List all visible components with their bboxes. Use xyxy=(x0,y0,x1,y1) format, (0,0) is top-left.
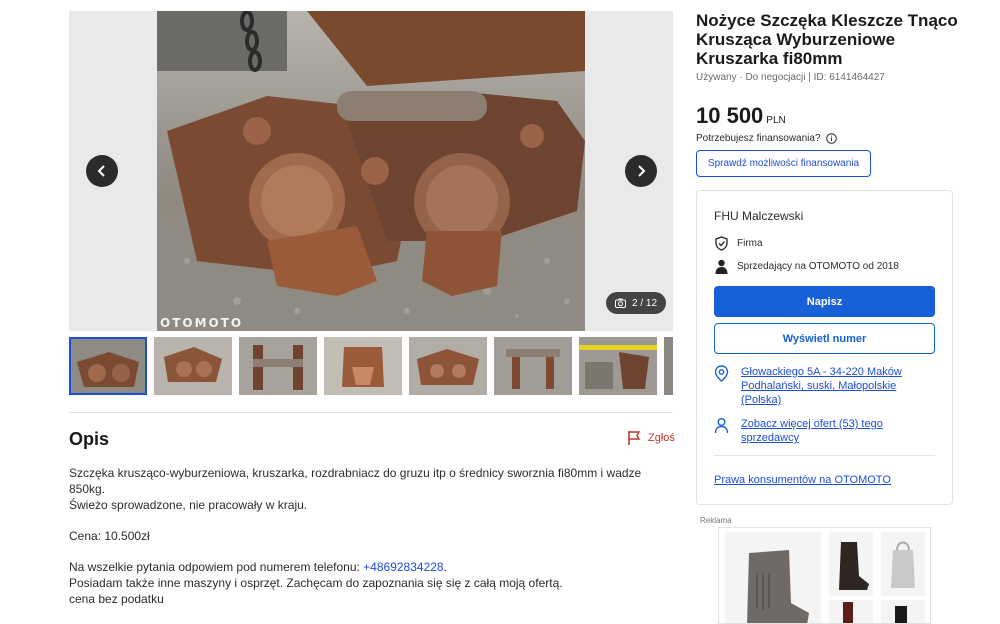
more-offers-link[interactable]: Zobacz więcej ofert (53) tego sprzedawcy xyxy=(741,417,926,445)
seller-name: FHU Malczewski xyxy=(714,209,804,223)
flag-icon xyxy=(628,431,641,445)
seller-type-row: Firma xyxy=(714,236,763,251)
otomoto-watermark: OTOMOTO xyxy=(160,316,244,330)
seller-since: Sprzedający na OTOMOTO od 2018 xyxy=(737,261,899,272)
phone-link[interactable]: +48692834228 xyxy=(363,560,443,574)
user-icon xyxy=(715,259,728,274)
seller-card: FHU Malczewski Firma Sprzedający na OTOM… xyxy=(696,190,953,505)
thumbnail-strip xyxy=(69,337,673,395)
thumbnail[interactable] xyxy=(239,337,317,395)
thumbnail[interactable] xyxy=(579,337,657,395)
listing-meta: Używany · Do negocjacji | ID: 6141464427 xyxy=(696,72,885,83)
description-line: Świeżo sprowadzone, nie pracowały w kraj… xyxy=(69,498,308,512)
description-text: Szczęka krusząco-wyburzeniowa, kruszarka… xyxy=(69,465,669,607)
thumbnail[interactable] xyxy=(324,337,402,395)
photo-counter[interactable]: 2 / 12 xyxy=(606,292,667,314)
financing-question: Potrzebujesz finansowania? xyxy=(696,133,837,144)
photo-counter-text: 2 / 12 xyxy=(632,297,658,309)
thumbnail[interactable] xyxy=(154,337,232,395)
thumbnail[interactable] xyxy=(664,337,673,395)
photo-gallery: OTOMOTO 2 / 12 xyxy=(69,11,673,331)
shield-check-icon xyxy=(715,236,728,251)
phone-intro: Na wszelkie pytania odpowiem pod numerem… xyxy=(69,560,364,574)
write-message-button[interactable]: Napisz xyxy=(714,286,935,317)
thumbnail[interactable] xyxy=(494,337,572,395)
location-pin-icon xyxy=(714,365,729,382)
price-value: 10 500 xyxy=(696,103,764,128)
previous-photo-button[interactable] xyxy=(86,155,118,187)
info-icon[interactable] xyxy=(825,133,837,144)
machine-photo-illustration xyxy=(157,11,585,331)
description-line: cena bez podatku xyxy=(69,592,164,606)
thumbnail[interactable] xyxy=(69,337,147,395)
description-phone-line: Na wszelkie pytania odpowiem pod numerem… xyxy=(69,559,669,575)
report-button[interactable]: Zgłoś xyxy=(626,430,675,446)
phone-suffix: . xyxy=(443,560,447,574)
address-row: Głowackiego 5A - 34-220 Maków Podhalańsk… xyxy=(714,365,926,407)
chevron-left-icon xyxy=(97,165,105,177)
ad-products-image xyxy=(719,528,930,623)
camera-icon xyxy=(615,298,626,308)
person-icon xyxy=(714,418,729,434)
show-number-button[interactable]: Wyświetl numer xyxy=(714,323,935,354)
check-financing-button[interactable]: Sprawdź możliwości finansowania xyxy=(696,150,871,177)
seller-address-link[interactable]: Głowackiego 5A - 34-220 Maków Podhalańsk… xyxy=(741,365,926,407)
description-line: Szczęka krusząco-wyburzeniowa, kruszarka… xyxy=(69,466,642,496)
seller-since-row: Sprzedający na OTOMOTO od 2018 xyxy=(714,259,899,274)
listing-title: Nożyce Szczęka Kleszcze Tnąco Krusząca W… xyxy=(696,11,958,68)
report-label: Zgłoś xyxy=(648,432,675,444)
description-price-line: Cena: 10.500zł xyxy=(69,529,150,543)
listing-price: 10 500 PLN xyxy=(696,103,786,129)
main-photo[interactable] xyxy=(157,11,585,331)
ad-label: Reklama xyxy=(700,516,732,525)
thumbnail[interactable] xyxy=(409,337,487,395)
price-currency: PLN xyxy=(766,115,786,126)
consumer-rights-link[interactable]: Prawa konsumentów na OTOMOTO xyxy=(714,474,891,486)
more-offers-row: Zobacz więcej ofert (53) tego sprzedawcy xyxy=(714,417,926,445)
section-divider xyxy=(69,412,673,413)
financing-question-text: Potrzebujesz finansowania? xyxy=(696,133,821,144)
seller-type: Firma xyxy=(737,238,763,249)
seller-card-divider xyxy=(714,455,935,456)
description-heading: Opis xyxy=(69,429,110,449)
next-photo-button[interactable] xyxy=(625,155,657,187)
description-line: Posiadam także inne maszyny i osprzęt. Z… xyxy=(69,576,563,590)
advertisement[interactable] xyxy=(718,527,931,624)
chevron-right-icon xyxy=(638,165,646,177)
